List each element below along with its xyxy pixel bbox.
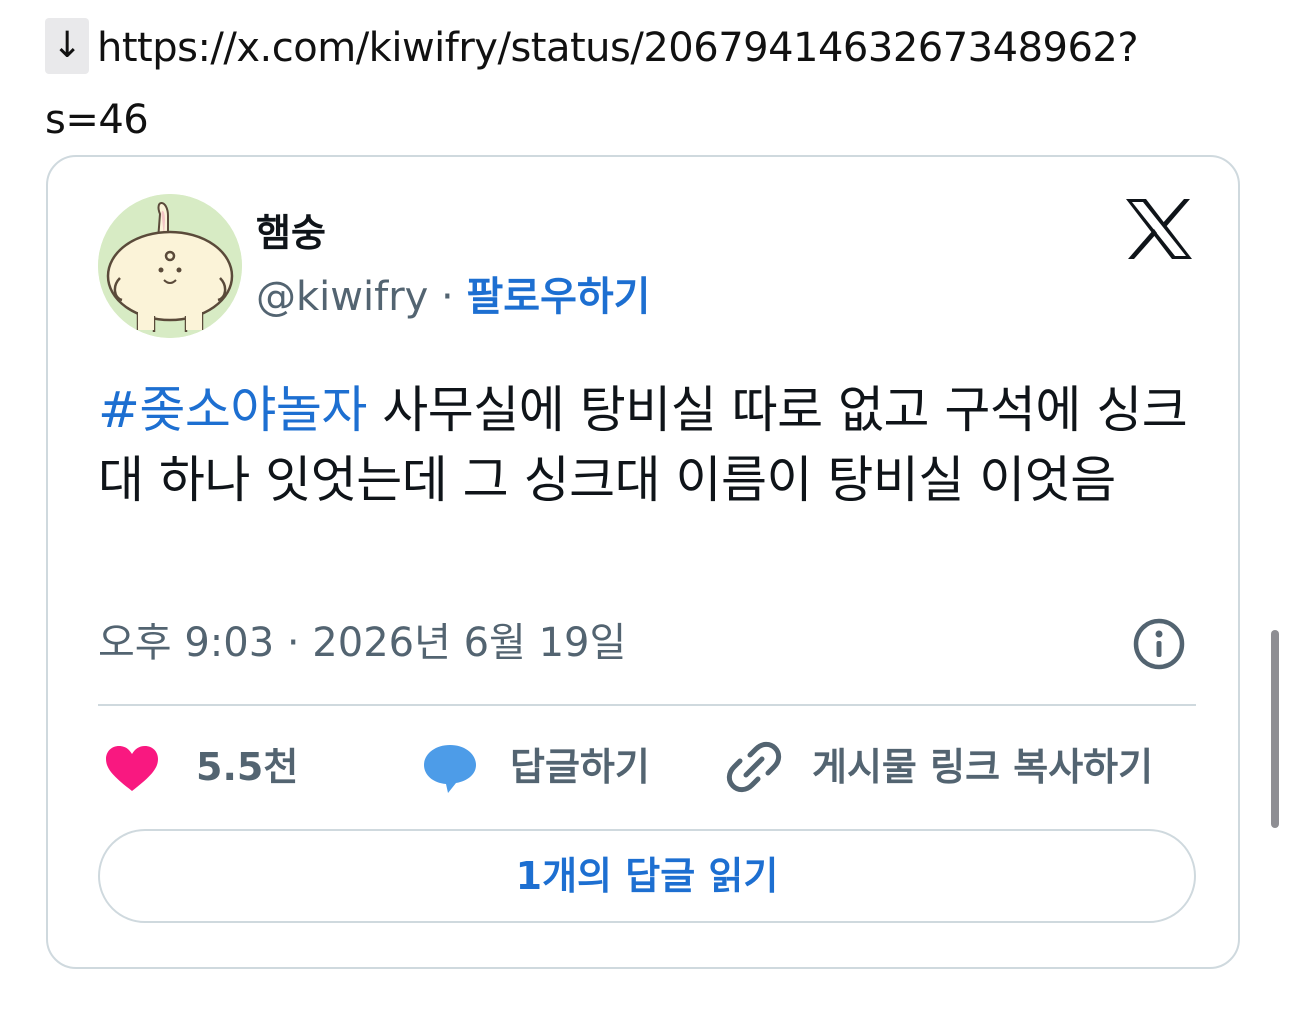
hashtag-link[interactable]: #좆소야놀자 — [98, 381, 367, 439]
reply-label: 답글하기 — [510, 745, 650, 789]
like-count: 5.5천 — [196, 745, 299, 789]
avatar[interactable] — [98, 194, 242, 338]
timestamp[interactable]: 오후 9:03 · 2026년 6월 19일 — [98, 615, 626, 671]
embedded-tweet-card[interactable]: 햄숭 @kiwifry · 팔로우하기 #좆소야놀자 사무실에 탕비실 따로 없… — [46, 155, 1240, 969]
handle-line: @kiwifry · 팔로우하기 — [256, 271, 650, 323]
separator: · — [441, 274, 454, 320]
scrollbar[interactable] — [1271, 630, 1279, 828]
info-icon[interactable] — [1132, 617, 1186, 671]
action-bar: 5.5천 답글하기 게시물 링크 복사하기 — [104, 737, 1204, 797]
tweet-time: 오후 9:03 — [98, 620, 275, 666]
meta-separator: · — [286, 620, 300, 666]
tweet-date: 2026년 6월 19일 — [312, 620, 627, 666]
author-name[interactable]: 햄숭 — [256, 209, 326, 257]
link-icon — [726, 741, 782, 793]
author-handle[interactable]: @kiwifry — [256, 274, 428, 320]
read-replies-button[interactable]: 1개의 답글 읽기 — [98, 829, 1196, 923]
url-line: ↓ https://x.com/kiwifry/status/2067941463… — [45, 12, 1235, 156]
speech-bubble-icon — [424, 745, 476, 793]
copy-link-label: 게시물 링크 복사하기 — [812, 745, 1154, 789]
tweet-text: #좆소야놀자 사무실에 탕비실 따로 없고 구석에 싱크대 하나 잇엇는데 그 … — [98, 375, 1198, 515]
x-logo-icon[interactable] — [1124, 197, 1194, 261]
rabbit-avatar-icon — [98, 194, 242, 338]
download-arrow-icon[interactable]: ↓ — [45, 18, 89, 74]
source-url-link[interactable]: https://x.com/kiwifry/status/20679414632… — [45, 25, 1139, 143]
follow-button[interactable]: 팔로우하기 — [466, 274, 650, 320]
divider — [98, 704, 1196, 706]
heart-icon — [106, 746, 158, 791]
